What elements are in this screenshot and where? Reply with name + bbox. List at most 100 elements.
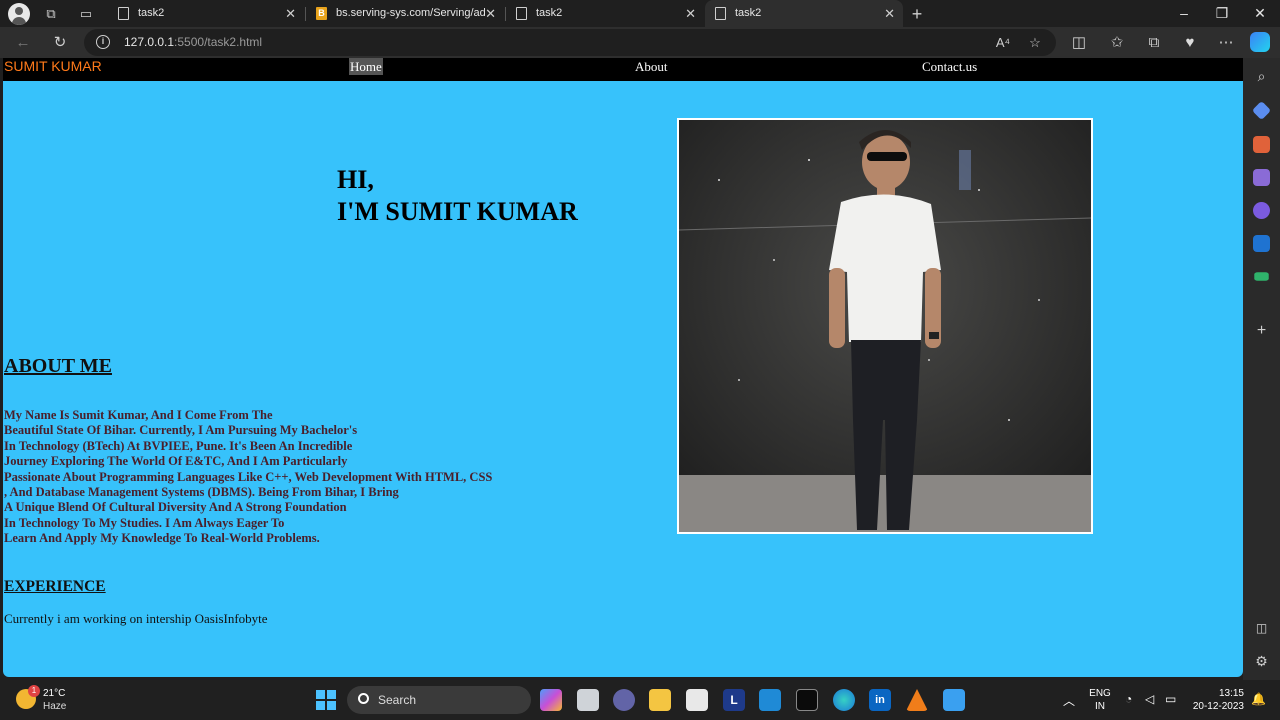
- about-line: Passionate About Programming Languages L…: [4, 469, 493, 484]
- page-icon: [118, 7, 129, 20]
- profile-photo-illustration: [679, 120, 1091, 532]
- shopping-tag-icon[interactable]: [1251, 100, 1272, 121]
- favorite-star-icon[interactable]: ☆: [1026, 34, 1044, 52]
- tab-1[interactable]: task2 ✕: [108, 0, 304, 27]
- tab-label: task2: [138, 7, 165, 19]
- nav-about-link[interactable]: About: [635, 58, 668, 75]
- wifi-icon[interactable]: ◔: [1125, 692, 1132, 706]
- windows-logo-icon: [316, 701, 325, 710]
- linkedin-icon[interactable]: in: [869, 689, 891, 711]
- tab-3[interactable]: task2 ✕: [506, 0, 704, 27]
- close-icon[interactable]: ✕: [485, 0, 496, 27]
- search-label: Search: [378, 693, 417, 707]
- close-icon[interactable]: ✕: [685, 0, 696, 27]
- web-page: SUMIT KUMAR Home About Contact.us HI, I'…: [3, 58, 1243, 677]
- about-line: A Unique Blend Of Cultural Diversity And…: [4, 500, 347, 515]
- edge-sidebar: ⌕ + ◫ ⚙: [1243, 58, 1280, 680]
- notification-bell-icon[interactable]: 🔔: [1251, 692, 1266, 706]
- show-hidden-icons-chevron-icon[interactable]: ︿: [1063, 692, 1075, 709]
- photos-icon[interactable]: [943, 689, 965, 711]
- copilot-sidebar-icon[interactable]: [1253, 202, 1270, 219]
- clock-time[interactable]: 13:15: [1196, 688, 1244, 699]
- page-icon: [516, 7, 527, 20]
- site-navbar: SUMIT KUMAR Home About Contact.us: [3, 58, 1243, 81]
- windows-logo-icon: [327, 701, 336, 710]
- weather-description[interactable]: Haze: [43, 701, 66, 713]
- url-host: 127.0.0.1: [124, 35, 175, 49]
- settings-gear-icon[interactable]: ⚙: [1253, 653, 1270, 670]
- about-line: Beautiful State Of Bihar. Currently, I A…: [4, 423, 358, 438]
- language-region[interactable]: IN: [1088, 701, 1112, 712]
- collections-icon[interactable]: ⧉: [1143, 32, 1165, 54]
- url-text[interactable]: 127.0.0.1:5500/task2.html: [124, 29, 262, 56]
- vscode-icon[interactable]: [759, 689, 781, 711]
- vlc-icon[interactable]: [906, 689, 928, 711]
- tab-label: bs.serving-sys.com/Serving/adSe: [336, 7, 486, 19]
- hero-line-2: I'M SUMIT KUMAR: [337, 197, 578, 226]
- about-line: My Name Is Sumit Kumar, And I Come From …: [4, 408, 273, 422]
- games-icon[interactable]: [1253, 169, 1270, 186]
- weather-badge: 1: [28, 685, 40, 697]
- battery-icon[interactable]: ▭: [1165, 692, 1176, 706]
- hide-sidebar-icon[interactable]: ◫: [1253, 620, 1270, 637]
- about-line: In Technology To My Studies. I Am Always…: [4, 515, 285, 530]
- maximize-button[interactable]: ❐: [1204, 0, 1240, 27]
- copilot-icon[interactable]: [1250, 32, 1270, 52]
- experience-text: Currently i am working on intership Oasi…: [4, 611, 268, 626]
- taskbar-search-box[interactable]: Search: [347, 686, 531, 714]
- teams-chat-icon[interactable]: [613, 689, 635, 711]
- file-explorer-icon[interactable]: [649, 689, 671, 711]
- terminal-icon[interactable]: [796, 689, 818, 711]
- tab-actions-icon[interactable]: ▭: [77, 5, 95, 23]
- new-tab-button[interactable]: +: [908, 5, 926, 23]
- read-aloud-icon[interactable]: A⁴: [994, 34, 1012, 52]
- browser-tab-strip: ⧉ ▭ task2 ✕ B bs.serving-sys.com/Serving…: [0, 0, 1280, 27]
- weather-temperature[interactable]: 21°C: [43, 688, 65, 700]
- address-bar[interactable]: i 127.0.0.1:5500/task2.html A⁴ ☆: [84, 29, 1056, 56]
- nav-contact-link[interactable]: Contact.us: [922, 58, 977, 75]
- tab-4-active[interactable]: task2 ✕: [705, 0, 903, 27]
- copilot-taskbar-icon[interactable]: [540, 689, 562, 711]
- about-line: In Technology (BTech) At BVPIEE, Pune. I…: [4, 438, 353, 453]
- brand-logo-text[interactable]: SUMIT KUMAR: [4, 58, 102, 75]
- ad-favicon-icon: B: [316, 7, 327, 20]
- about-heading: ABOUT ME: [4, 355, 112, 377]
- page-icon: [715, 7, 726, 20]
- favorites-icon[interactable]: ✩: [1106, 32, 1128, 54]
- back-arrow-icon[interactable]: ←: [12, 32, 34, 54]
- tools-briefcase-icon[interactable]: [1253, 136, 1270, 153]
- clock-date[interactable]: 20-12-2023: [1186, 701, 1244, 712]
- tab-2[interactable]: B bs.serving-sys.com/Serving/adSe ✕: [306, 0, 504, 27]
- close-icon[interactable]: ✕: [884, 0, 895, 27]
- search-icon[interactable]: ⌕: [1253, 68, 1270, 85]
- start-button[interactable]: [316, 690, 336, 710]
- minimize-button[interactable]: –: [1166, 0, 1202, 27]
- profile-avatar[interactable]: [8, 3, 30, 25]
- browser-essentials-icon[interactable]: ♥: [1179, 32, 1201, 54]
- about-line: Learn And Apply My Knowledge To Real-Wor…: [4, 531, 320, 546]
- nav-home-link[interactable]: Home: [349, 58, 383, 75]
- add-sidebar-app-icon[interactable]: +: [1253, 322, 1270, 339]
- split-screen-icon[interactable]: ◫: [1068, 32, 1090, 54]
- browser-toolbar: ← ↻ i 127.0.0.1:5500/task2.html A⁴ ☆ ◫ ✩…: [0, 27, 1280, 58]
- task-view-icon[interactable]: [577, 689, 599, 711]
- info-icon[interactable]: i: [96, 35, 110, 49]
- outlook-icon[interactable]: [1253, 235, 1270, 252]
- about-paragraph: My Name Is Sumit Kumar, And I Come From …: [4, 408, 564, 547]
- drop-icon[interactable]: [1254, 272, 1269, 281]
- volume-icon[interactable]: ◁: [1145, 692, 1154, 706]
- workspaces-icon[interactable]: ⧉: [42, 5, 60, 23]
- edge-browser-icon[interactable]: [833, 689, 855, 711]
- refresh-icon[interactable]: ↻: [49, 32, 71, 54]
- about-line: Journey Exploring The World Of E&TC, And…: [4, 454, 348, 469]
- experience-heading: EXPERIENCE: [4, 578, 106, 595]
- language-indicator[interactable]: ENG: [1088, 688, 1112, 699]
- close-window-button[interactable]: ✕: [1242, 0, 1278, 27]
- windows-taskbar: 1 21°C Haze Search L in ︿ ENG IN ◔ ◁ ▭ 1…: [0, 680, 1280, 720]
- microsoft-store-icon[interactable]: [686, 689, 708, 711]
- more-menu-icon[interactable]: ⋯: [1215, 32, 1237, 54]
- close-icon[interactable]: ✕: [285, 0, 296, 27]
- hero-line-1: HI,: [337, 165, 374, 194]
- hero-heading: HI, I'M SUMIT KUMAR: [337, 164, 578, 228]
- launcher-l-icon[interactable]: L: [723, 689, 745, 711]
